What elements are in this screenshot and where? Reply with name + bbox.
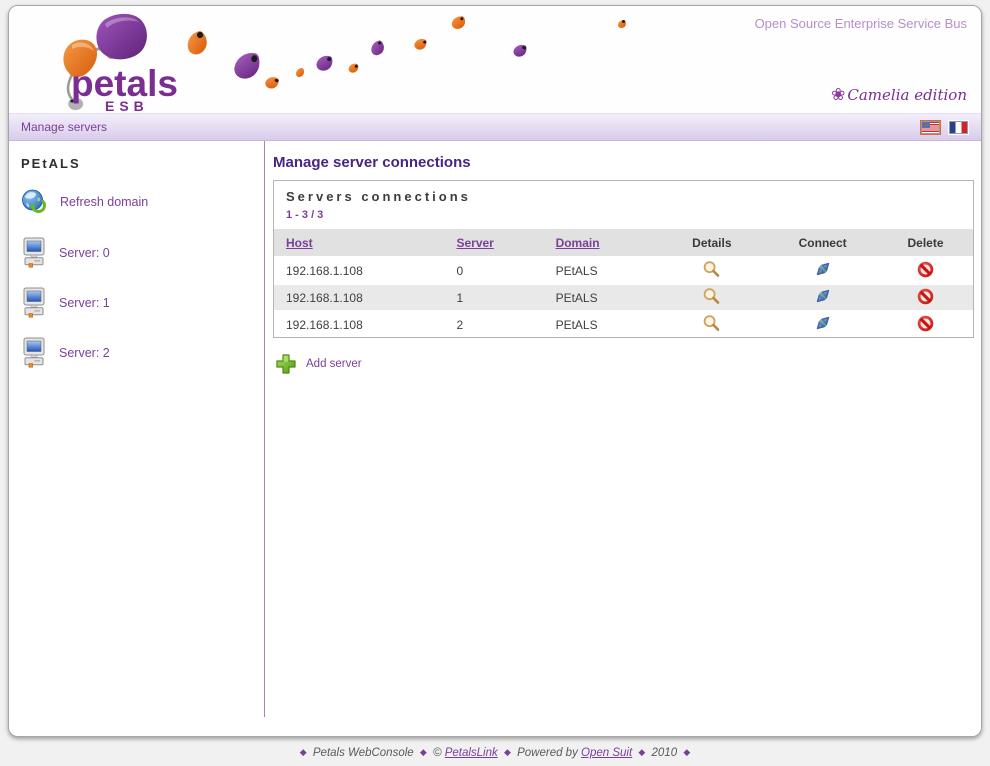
magnifier-icon — [702, 260, 721, 279]
app-footer: ◆ Petals WebConsole ◆ © PetalsLink ◆ Pow… — [0, 747, 990, 759]
footer-copyright: © — [433, 747, 441, 759]
computer-icon — [21, 287, 47, 319]
sidebar-server-label: Server: 2 — [59, 346, 110, 360]
sidebar-item-server-1[interactable]: Server: 1 — [21, 287, 254, 319]
server-row: 192.168.1.108 0 PEtALS — [274, 256, 973, 283]
panel-title: Servers connections — [274, 181, 973, 206]
language-french-button[interactable] — [948, 120, 969, 135]
server-cell: 2 — [444, 310, 543, 337]
table-header-row: Host Server Domain Details Connect Delet… — [274, 229, 973, 256]
column-delete: Delete — [878, 229, 973, 256]
host-cell: 192.168.1.108 — [274, 256, 444, 283]
svg-text:ESB: ESB — [105, 98, 149, 113]
server-row: 192.168.1.108 2 PEtALS — [274, 310, 973, 337]
connector-icon — [813, 286, 833, 306]
open-suit-link[interactable]: Open Suit — [581, 747, 632, 759]
add-server-button[interactable]: Add server — [275, 353, 362, 375]
sidebar: PEtALS Refresh domain — [9, 141, 265, 717]
sort-server-link[interactable]: Server — [456, 236, 493, 250]
sort-host-link[interactable]: Host — [286, 236, 313, 250]
sidebar-item-server-2[interactable]: Server: 2 — [21, 337, 254, 369]
details-button[interactable] — [702, 287, 721, 306]
computer-icon — [21, 237, 47, 269]
column-connect: Connect — [767, 229, 878, 256]
servers-panel: Servers connections 1 - 3 / 3 Host Serve… — [273, 180, 974, 338]
main-area: Manage server connections Servers connec… — [266, 141, 981, 736]
delete-button[interactable] — [917, 288, 934, 305]
app-header: petals ESB Open Source Enterprise Servic… — [9, 6, 981, 113]
block-icon — [917, 288, 934, 305]
petal-decoration — [348, 62, 360, 74]
pagination-label: 1 - 3 / 3 — [274, 206, 973, 229]
petal-decoration — [413, 36, 428, 52]
diamond-bullet: ◆ — [417, 747, 430, 757]
diamond-bullet: ◆ — [635, 747, 648, 757]
servers-table: Host Server Domain Details Connect Delet… — [274, 229, 973, 337]
petal-decoration — [233, 50, 261, 81]
us-flag-icon — [922, 122, 939, 133]
sort-domain-link[interactable]: Domain — [556, 236, 600, 250]
petal-decoration — [512, 42, 528, 58]
sidebar-item-server-0[interactable]: Server: 0 — [21, 237, 254, 269]
edition-text: Camelia edition — [847, 86, 967, 104]
petal-decoration — [315, 53, 334, 72]
magnifier-icon — [702, 314, 721, 333]
server-cell: 1 — [444, 283, 543, 310]
diamond-bullet: ◆ — [297, 747, 310, 757]
petal-decoration — [618, 20, 626, 28]
sidebar-server-label: Server: 0 — [59, 246, 110, 260]
sidebar-server-label: Server: 1 — [59, 296, 110, 310]
block-icon — [917, 315, 934, 332]
delete-button[interactable] — [917, 315, 934, 332]
content-area: PEtALS Refresh domain — [9, 141, 981, 736]
petal-decoration — [264, 74, 281, 91]
domain-cell: PEtALS — [544, 283, 657, 310]
details-button[interactable] — [702, 260, 721, 279]
footer-powered-by: Powered by — [517, 747, 578, 759]
connector-icon — [813, 313, 833, 333]
computer-icon — [21, 337, 47, 369]
app-tagline: Open Source Enterprise Service Bus — [755, 16, 967, 31]
connect-button[interactable] — [813, 313, 833, 333]
language-switcher — [920, 120, 969, 135]
footer-app-name: Petals WebConsole — [313, 747, 414, 759]
server-cell: 0 — [444, 256, 543, 283]
petal-decoration — [370, 40, 385, 56]
server-row: 192.168.1.108 1 PEtALS — [274, 283, 973, 310]
breadcrumb[interactable]: Manage servers — [21, 120, 107, 134]
connect-button[interactable] — [813, 286, 833, 306]
edition-label: ❀ Camelia edition — [831, 85, 967, 105]
globe-refresh-icon — [21, 189, 48, 215]
breadcrumb-bar: Manage servers — [9, 113, 981, 141]
france-flag-icon — [950, 122, 967, 133]
language-english-button[interactable] — [920, 120, 941, 135]
delete-button[interactable] — [917, 261, 934, 278]
refresh-domain-label: Refresh domain — [60, 195, 148, 209]
details-button[interactable] — [702, 314, 721, 333]
connect-button[interactable] — [813, 259, 833, 279]
diamond-bullet: ◆ — [680, 747, 693, 757]
app-window: petals ESB Open Source Enterprise Servic… — [8, 5, 982, 737]
footer-year: 2010 — [652, 747, 678, 759]
camelia-flower-icon: ❀ — [831, 85, 845, 105]
host-cell: 192.168.1.108 — [274, 310, 444, 337]
add-server-label: Add server — [306, 358, 362, 370]
petalslink-link[interactable]: PetalsLink — [445, 747, 498, 759]
domain-cell: PEtALS — [544, 256, 657, 283]
magnifier-icon — [702, 287, 721, 306]
diamond-bullet: ◆ — [501, 747, 514, 757]
connector-icon — [813, 259, 833, 279]
petal-decoration — [184, 30, 209, 56]
plus-icon — [275, 353, 297, 375]
page-title: Manage server connections — [273, 154, 974, 171]
host-cell: 192.168.1.108 — [274, 283, 444, 310]
refresh-domain-link[interactable]: Refresh domain — [21, 189, 254, 215]
petals-esb-logo: petals ESB — [39, 9, 179, 113]
column-details: Details — [657, 229, 768, 256]
block-icon — [917, 261, 934, 278]
sidebar-title: PEtALS — [21, 156, 254, 171]
petal-decoration — [296, 68, 304, 77]
petal-decoration — [451, 15, 465, 29]
domain-cell: PEtALS — [544, 310, 657, 337]
